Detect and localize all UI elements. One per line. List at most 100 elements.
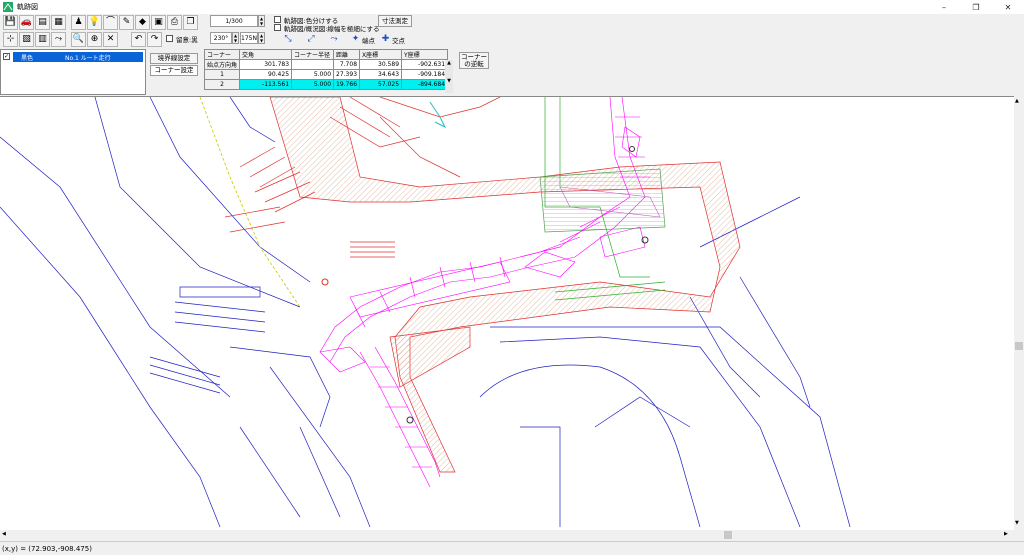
scale-combo[interactable]: 1/300 xyxy=(210,15,258,27)
header-distance: 距離 xyxy=(333,49,361,60)
cell-distance[interactable]: 19.766 xyxy=(333,79,361,90)
end-marker-icon xyxy=(406,416,414,424)
row-label: 始点方向角 xyxy=(203,59,241,70)
layer-list[interactable]: ✓ 黒色 No.1 ルート走行 xyxy=(0,49,146,95)
cell-y[interactable]: -902.631 xyxy=(401,59,449,70)
curve-icon[interactable]: ⌒ xyxy=(103,15,118,30)
intersection-label[interactable]: 交点 xyxy=(392,35,405,45)
vertical-scrollbar[interactable]: ▲ ▼ xyxy=(1014,96,1024,530)
cell-x[interactable]: 30.589 xyxy=(359,59,403,70)
edit-doc-icon[interactable]: ▧ xyxy=(19,32,34,47)
endpoint-label[interactable]: 端点 xyxy=(362,35,375,45)
drawing-canvas[interactable] xyxy=(0,96,1014,530)
cursor-coordinates: (x,y) = (72.903,-908.475) xyxy=(2,544,92,553)
close-button[interactable]: ✕ xyxy=(992,0,1024,14)
line-tool-3-icon[interactable]: ⤳ xyxy=(323,32,345,47)
scroll-up-icon[interactable]: ▲ xyxy=(1015,98,1019,104)
eraser-icon[interactable]: ◆ xyxy=(135,15,150,30)
cell-radius[interactable]: 5.000 xyxy=(291,79,335,90)
cell-x[interactable]: 57.025 xyxy=(359,79,403,90)
color-checkbox[interactable] xyxy=(274,16,281,23)
table-row[interactable]: 1 90.425 5.000 27.393 34.643 -909.184 xyxy=(203,69,449,80)
scroll-down-icon[interactable]: ▼ xyxy=(1015,520,1019,526)
header-y: Y座標 xyxy=(401,49,449,60)
display-checkbox-label: 留意:黒 xyxy=(176,36,198,44)
direction-spinner[interactable]: ▲ ▼ xyxy=(258,32,265,44)
measure-button[interactable]: 寸法測定 xyxy=(378,15,412,27)
redo-icon[interactable]: ↷ xyxy=(147,32,162,47)
table-row[interactable]: 始点方向角 301.783 7.708 30.589 -902.631 xyxy=(203,59,449,70)
hscroll-thumb[interactable] xyxy=(724,531,732,539)
road-area xyxy=(269,97,741,473)
layer-color: 黒色 xyxy=(21,54,34,62)
cell-angle[interactable]: 301.783 xyxy=(239,59,293,70)
zoom-icon[interactable]: 🔍 xyxy=(71,32,86,47)
copy-icon[interactable]: ❐ xyxy=(183,15,198,30)
print-icon[interactable]: ⎙ xyxy=(167,15,182,30)
corner-panel: 境界線設定 コーナー設定 コーナー 交角 コーナー半径 距離 X座標 Y座標 始… xyxy=(148,49,1024,95)
angle-combo[interactable]: 230° xyxy=(210,32,232,44)
cell-y[interactable]: -909.184 xyxy=(401,69,449,80)
plus-line-icon[interactable]: ⊹ xyxy=(3,32,18,47)
horizontal-scrollbar[interactable]: ◀ ▶ xyxy=(0,530,1014,540)
display-checkbox[interactable] xyxy=(166,35,173,42)
corner-settings-button[interactable]: コーナー設定 xyxy=(150,65,198,76)
line-tool-2-icon[interactable]: ⤢ xyxy=(300,32,322,47)
cell-x[interactable]: 34.643 xyxy=(359,69,403,80)
scroll-left-icon[interactable]: ◀ xyxy=(2,531,6,537)
row-label: 2 xyxy=(203,79,241,90)
width-checkbox[interactable] xyxy=(274,24,281,31)
layer-route: No.1 ルート走行 xyxy=(65,54,111,62)
bulb-icon[interactable]: 💡 xyxy=(87,15,102,30)
header-angle: 交角 xyxy=(239,49,293,60)
pen-icon[interactable]: ✎ xyxy=(119,15,134,30)
delete-icon[interactable]: ✕ xyxy=(103,32,118,47)
zoom-in-icon[interactable]: ⊕ xyxy=(87,32,102,47)
route-icon[interactable]: ⤳ xyxy=(51,32,66,47)
app-icon xyxy=(3,2,13,12)
waypoint-marker-icon xyxy=(629,146,635,152)
layer-row[interactable]: 黒色 No.1 ルート走行 xyxy=(13,52,143,62)
scroll-thumb[interactable] xyxy=(1015,342,1023,350)
cell-y[interactable]: -894.684 xyxy=(401,79,449,90)
cell-radius[interactable] xyxy=(291,59,335,70)
header-x: X座標 xyxy=(359,49,403,60)
cell-radius[interactable]: 5.000 xyxy=(291,69,335,80)
reverse-corner-button[interactable]: コーナーの逆転 xyxy=(459,52,489,69)
angle-spinner[interactable]: ▲ ▼ xyxy=(232,32,239,44)
direction-combo[interactable]: 175N xyxy=(240,32,258,44)
vehicle-icon[interactable]: 🚗 xyxy=(19,15,34,30)
status-bar: (x,y) = (72.903,-908.475) xyxy=(0,541,1024,555)
cell-angle[interactable]: 90.425 xyxy=(239,69,293,80)
header-radius: コーナー半径 xyxy=(291,49,335,60)
corner-table[interactable]: コーナー 交角 コーナー半径 距離 X座標 Y座標 始点方向角 301.783 … xyxy=(203,49,449,90)
toolbar: 💾 🚗 ▤ ▦ ♟ 💡 ⌒ ✎ ◆ ▣ ⎙ ❐ 1/300 ▲ ▼ 軌跡図:色分け… xyxy=(0,14,1024,49)
cell-distance[interactable]: 7.708 xyxy=(333,59,361,70)
scroll-right-icon[interactable]: ▶ xyxy=(1004,531,1008,537)
row-label: 1 xyxy=(203,69,241,80)
cell-distance[interactable]: 27.393 xyxy=(333,69,361,80)
restore-button[interactable]: ❐ xyxy=(960,0,992,14)
boundary-button[interactable]: 境界線設定 xyxy=(150,53,198,64)
layer-checkbox[interactable]: ✓ xyxy=(3,53,10,60)
trajectory-drawing[interactable] xyxy=(0,97,1014,530)
corner-marker-icon xyxy=(641,236,649,244)
minimize-button[interactable]: – xyxy=(928,0,960,14)
line-tool-1-icon[interactable]: ⤡ xyxy=(277,32,299,47)
endpoint-icon[interactable]: ✦ xyxy=(348,32,363,47)
undo-icon[interactable]: ↶ xyxy=(131,32,146,47)
table-scrollbar[interactable]: ▲ ▼ xyxy=(445,60,453,93)
book-icon[interactable]: ▤ xyxy=(35,15,50,30)
layers-icon[interactable]: ▥ xyxy=(35,32,50,47)
cell-angle[interactable]: -113.561 xyxy=(239,79,293,90)
person-icon[interactable]: ♟ xyxy=(71,15,86,30)
print-preview-icon[interactable]: ▣ xyxy=(151,15,166,30)
header-corner: コーナー xyxy=(203,49,241,60)
document-icon[interactable]: ▦ xyxy=(51,15,66,30)
intersection-icon[interactable]: ✚ xyxy=(378,32,393,47)
title-bar: 軌跡図 xyxy=(0,0,1024,14)
scale-spinner[interactable]: ▲ ▼ xyxy=(258,15,265,27)
table-row-selected[interactable]: 2 -113.561 5.000 19.766 57.025 -894.684 xyxy=(203,79,449,90)
save-icon[interactable]: 💾 xyxy=(3,15,18,30)
start-marker-icon xyxy=(321,278,329,286)
